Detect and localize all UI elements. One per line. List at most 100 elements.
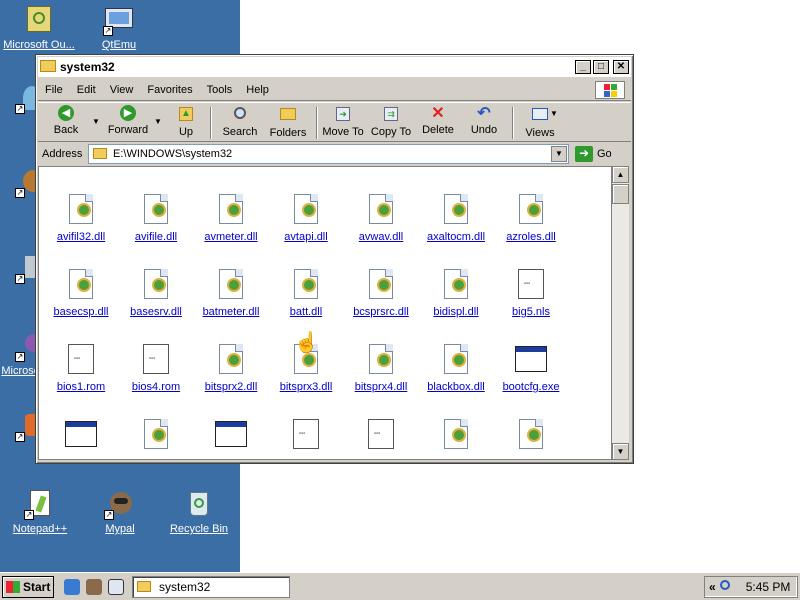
file-item[interactable]: azroles.dll [493, 193, 569, 243]
window-title: system32 [60, 60, 115, 74]
file-label: azroles.dll [506, 231, 556, 243]
quicklaunch-mypal-icon[interactable] [86, 579, 102, 595]
maximize-button[interactable]: □ [593, 60, 609, 74]
dll-file-icon [140, 193, 172, 227]
copy-to-label: Copy To [370, 126, 412, 138]
clock[interactable]: 5:45 PM [746, 580, 791, 594]
views-icon [530, 108, 550, 126]
copy-to-button[interactable]: ⇉ Copy To [368, 105, 414, 141]
go-arrow-icon: ➜ [575, 146, 593, 162]
file-item[interactable]: blackbox.dll [418, 343, 494, 393]
file-item[interactable]: ▫▫▫ bios1.rom [43, 343, 119, 393]
search-label: Search [222, 126, 258, 138]
delete-label: Delete [422, 124, 454, 136]
close-button[interactable]: ✕ [613, 60, 629, 74]
minimize-button[interactable]: _ [575, 60, 591, 74]
file-item[interactable]: batmeter.dll [193, 268, 269, 318]
file-item[interactable]: avifile.dll [118, 193, 194, 243]
system-file-icon: ▫▫▫ [365, 418, 397, 452]
tray-search-icon[interactable] [719, 580, 734, 594]
file-list-pane[interactable]: avifil32.dll avifile.dll avmeter.dll avtapi… [38, 166, 612, 460]
quicklaunch-browser-icon[interactable] [64, 579, 80, 595]
dll-file-icon [215, 343, 247, 377]
menu-edit[interactable]: Edit [70, 84, 103, 96]
qtemu-icon: ↗ [103, 4, 135, 36]
menu-bar: File Edit View Favorites Tools Help [38, 79, 631, 101]
folders-button[interactable]: Folders [266, 105, 310, 141]
explorer-window[interactable]: system32 _ □ ✕ File Edit View Favorites … [35, 54, 634, 464]
file-item[interactable]: batt.dll [268, 268, 344, 318]
menu-favorites[interactable]: Favorites [140, 84, 199, 96]
file-label: avwav.dll [358, 231, 404, 243]
move-to-icon: ➜ [333, 107, 353, 125]
title-bar[interactable]: system32 _ □ ✕ [38, 57, 631, 77]
views-dropdown-icon[interactable]: ▼ [550, 109, 558, 118]
menu-tools[interactable]: Tools [200, 84, 240, 96]
windows-flag-icon [6, 581, 20, 593]
search-button[interactable]: Search [218, 105, 262, 141]
file-item[interactable]: basesrv.dll [118, 268, 194, 318]
vertical-scrollbar[interactable]: ▲ ▼ [612, 166, 629, 460]
system-file-icon: ▫▫▫ [290, 418, 322, 452]
desktop-icon-microsoft-outlook[interactable]: Microsoft Ou... [0, 4, 78, 52]
file-label: basecsp.dll [53, 306, 109, 318]
dll-file-icon [440, 268, 472, 302]
desktop-icon-qtemu[interactable]: ↗ QtEmu [80, 4, 158, 52]
file-item[interactable]: ▫▫▫ [268, 418, 344, 456]
start-button[interactable]: Start [2, 576, 54, 598]
scroll-down-icon[interactable]: ▼ [612, 443, 629, 460]
file-label: avmeter.dll [204, 231, 258, 243]
menu-file[interactable]: File [38, 84, 70, 96]
folder-icon [93, 148, 109, 160]
exe-file-icon [65, 418, 97, 452]
scroll-up-icon[interactable]: ▲ [612, 166, 629, 183]
file-item[interactable]: bitsprx4.dll [343, 343, 419, 393]
file-item[interactable] [418, 418, 494, 456]
menu-view[interactable]: View [103, 84, 141, 96]
move-to-button[interactable]: ➜ Move To [320, 105, 366, 141]
file-item[interactable]: bitsprx2.dll [193, 343, 269, 393]
back-dropdown-icon[interactable]: ▼ [92, 117, 100, 126]
file-item[interactable]: bidispl.dll [418, 268, 494, 318]
taskbar-button-system32[interactable]: system32 [132, 576, 290, 598]
file-item[interactable]: ▫▫▫ bios4.rom [118, 343, 194, 393]
file-item[interactable]: avmeter.dll [193, 193, 269, 243]
quicklaunch-desktop-icon[interactable] [108, 579, 124, 595]
file-item[interactable] [193, 418, 269, 456]
delete-button[interactable]: ✕ Delete [420, 105, 456, 141]
file-item[interactable]: ▫▫▫ [343, 418, 419, 456]
file-item[interactable]: avwav.dll [343, 193, 419, 243]
address-input[interactable]: E:\WINDOWS\system32 ▼ [88, 144, 569, 164]
up-button[interactable]: ▲ Up [170, 105, 202, 141]
back-label: Back [53, 124, 79, 136]
file-item[interactable]: basecsp.dll [43, 268, 119, 318]
file-label: basesrv.dll [130, 306, 182, 318]
file-item[interactable] [43, 418, 119, 456]
file-item[interactable]: axaltocm.dll [418, 193, 494, 243]
back-button[interactable]: ◀ Back [46, 105, 86, 141]
folder-icon [137, 581, 153, 593]
forward-button[interactable]: ▶ Forward [104, 105, 152, 141]
desktop-icon-notepad-plus-plus[interactable]: ↗ Notepad++ [1, 488, 79, 536]
file-item[interactable]: bootcfg.exe [493, 343, 569, 393]
file-item[interactable] [493, 418, 569, 456]
desktop-icon-recycle-bin[interactable]: Recycle Bin [160, 488, 238, 536]
file-label: blackbox.dll [427, 381, 485, 393]
address-dropdown-icon[interactable]: ▼ [551, 146, 567, 162]
forward-dropdown-icon[interactable]: ▼ [154, 117, 162, 126]
file-item[interactable] [118, 418, 194, 456]
file-item[interactable]: ▫▫▫ big5.nls [493, 268, 569, 318]
address-value: E:\WINDOWS\system32 [113, 148, 233, 160]
undo-button[interactable]: ↶ Undo [468, 105, 500, 141]
menu-help[interactable]: Help [239, 84, 276, 96]
back-arrow-icon: ◀ [56, 105, 76, 123]
recycle-bin-icon [183, 488, 215, 520]
file-item[interactable]: avtapi.dll [268, 193, 344, 243]
desktop-icon-mypal[interactable]: ↗ Mypal [81, 488, 159, 536]
toolbar-separator [316, 107, 318, 139]
go-button[interactable]: ➜ Go [575, 145, 612, 163]
scrollbar-thumb[interactable] [612, 184, 629, 204]
file-item[interactable]: avifil32.dll [43, 193, 119, 243]
tray-expand-icon[interactable]: « [709, 580, 716, 594]
file-item[interactable]: bcsprsrc.dll [343, 268, 419, 318]
